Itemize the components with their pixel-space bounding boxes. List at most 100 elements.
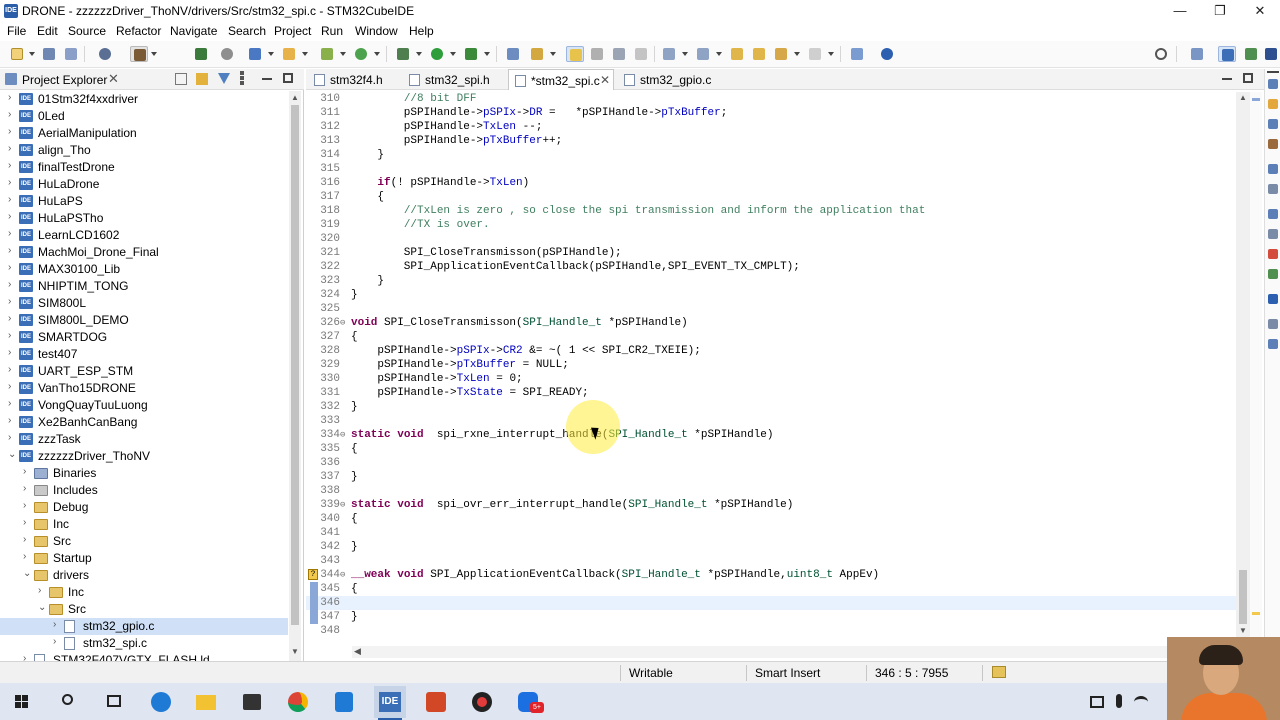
- expand-down-icon[interactable]: ⌄: [38, 602, 48, 613]
- tree-item[interactable]: › IDE 0Led: [0, 108, 288, 125]
- tree-item[interactable]: › IDE SIM800L_DEMO: [0, 312, 288, 329]
- next-annotation-icon[interactable]: [660, 46, 678, 62]
- tasks-icon[interactable]: [1268, 209, 1278, 219]
- close-window-icon[interactable]: ✕: [1240, 0, 1280, 22]
- zalo-icon[interactable]: 5+: [512, 686, 544, 718]
- save-all-icon[interactable]: [62, 46, 80, 62]
- code-line[interactable]: 344 ⊖ __weak void SPI_ApplicationEventCall…: [306, 568, 1238, 582]
- error-log-icon[interactable]: [1268, 249, 1278, 259]
- maximize-view-icon[interactable]: [283, 73, 293, 83]
- progress-icon[interactable]: [1268, 269, 1278, 279]
- code-line[interactable]: 332}: [306, 400, 1238, 414]
- info-icon[interactable]: [878, 46, 896, 62]
- expand-right-icon[interactable]: ›: [8, 364, 18, 375]
- code-line[interactable]: 333: [306, 414, 1238, 428]
- menu-window[interactable]: Window: [355, 24, 398, 38]
- filter-icon[interactable]: [218, 73, 230, 84]
- debug-icon[interactable]: [192, 46, 210, 62]
- close-tab-icon[interactable]: ✕: [600, 73, 610, 87]
- save-icon[interactable]: [40, 46, 58, 62]
- tray-mic-icon[interactable]: [1110, 686, 1130, 718]
- expand-right-icon[interactable]: ›: [8, 245, 18, 256]
- tree-item[interactable]: › IDE LearnLCD1602: [0, 227, 288, 244]
- bookmarks-icon[interactable]: [1268, 319, 1278, 329]
- expand-right-icon[interactable]: ›: [8, 381, 18, 392]
- code-line[interactable]: 321 SPI_CloseTransmisson(pSPIHandle);: [306, 246, 1238, 260]
- expand-right-icon[interactable]: ›: [53, 636, 63, 647]
- menu-run[interactable]: Run: [321, 24, 343, 38]
- code-line[interactable]: 346: [306, 596, 1238, 610]
- code-line[interactable]: 335 {: [306, 442, 1238, 456]
- expand-right-icon[interactable]: ›: [8, 194, 18, 205]
- word-wrap-icon[interactable]: [610, 46, 628, 62]
- vscode-icon[interactable]: [328, 686, 360, 718]
- toggle-block-icon[interactable]: [588, 46, 606, 62]
- menu-source[interactable]: Source: [68, 24, 106, 38]
- tree-item[interactable]: › Binaries: [0, 465, 288, 482]
- overview-ruler[interactable]: [1250, 92, 1262, 644]
- collapse-all-icon[interactable]: [175, 73, 187, 85]
- code-line[interactable]: 342}: [306, 540, 1238, 554]
- info-view-icon[interactable]: [1268, 294, 1278, 304]
- expand-right-icon[interactable]: ›: [8, 92, 18, 103]
- maximize-icon[interactable]: ❐: [1200, 0, 1240, 22]
- tree-item[interactable]: ⌄ drivers: [0, 567, 288, 584]
- code-line[interactable]: 318 //TxLen is zero , so close the spi t…: [306, 204, 1238, 218]
- code-line[interactable]: 339 ⊖ static void spi_ovr_err_interrupt_ha…: [306, 498, 1238, 512]
- editor-horizontal-scrollbar[interactable]: ◀: [352, 646, 1232, 658]
- mark-occurrences-icon[interactable]: [566, 46, 584, 62]
- powerpoint-icon[interactable]: [420, 686, 452, 718]
- menu-search[interactable]: Search: [228, 24, 266, 38]
- tree-item[interactable]: › IDE 01Stm32f4xxdriver: [0, 91, 288, 108]
- explorer-scrollbar[interactable]: ▲ ▼: [289, 91, 301, 661]
- cpp-perspective-icon[interactable]: [1218, 46, 1236, 62]
- open-folder-icon[interactable]: [504, 46, 522, 62]
- expand-right-icon[interactable]: ›: [8, 126, 18, 137]
- tree-item[interactable]: › STM32F407VGTX_FLASH.ld: [0, 652, 288, 661]
- code-line[interactable]: 343: [306, 554, 1238, 568]
- expand-right-icon[interactable]: ›: [23, 483, 33, 494]
- expand-right-icon[interactable]: ›: [8, 143, 18, 154]
- expand-right-icon[interactable]: ›: [8, 177, 18, 188]
- tree-item[interactable]: › Inc: [0, 584, 288, 601]
- code-line[interactable]: 338: [306, 484, 1238, 498]
- minimize-editor-icon[interactable]: [1222, 78, 1232, 80]
- tree-item[interactable]: › IDE AerialManipulation: [0, 125, 288, 142]
- code-line[interactable]: 322 SPI_ApplicationEventCallback(pSPIHan…: [306, 260, 1238, 274]
- expand-right-icon[interactable]: ›: [8, 347, 18, 358]
- run-icon[interactable]: [428, 46, 446, 62]
- gear-icon[interactable]: [96, 46, 114, 62]
- link-editor-icon[interactable]: [196, 73, 208, 85]
- tree-item[interactable]: ⌄ IDE zzzzzzDriver_ThoNV: [0, 448, 288, 465]
- expand-right-icon[interactable]: ›: [23, 551, 33, 562]
- code-line[interactable]: 348: [306, 624, 1238, 638]
- tree-item[interactable]: › IDE finalTestDrone: [0, 159, 288, 176]
- debug-perspective-icon[interactable]: [1242, 46, 1260, 62]
- code-line[interactable]: 317 {: [306, 190, 1238, 204]
- chrome-icon[interactable]: [282, 686, 314, 718]
- code-line[interactable]: 323 }: [306, 274, 1238, 288]
- expand-right-icon[interactable]: ›: [8, 330, 18, 341]
- build-hammer-icon[interactable]: [130, 46, 148, 62]
- new-class-icon[interactable]: [280, 46, 298, 62]
- expand-right-icon[interactable]: ›: [8, 228, 18, 239]
- code-line[interactable]: 327 {: [306, 330, 1238, 344]
- tree-item[interactable]: › IDE SIM800L: [0, 295, 288, 312]
- debug-bug-icon[interactable]: [394, 46, 412, 62]
- perspective-icon[interactable]: [1188, 46, 1206, 62]
- tab-stm32-spi-h[interactable]: stm32_spi.h: [403, 69, 503, 90]
- tree-item[interactable]: › stm32_gpio.c: [0, 618, 288, 635]
- task-view-icon[interactable]: [98, 686, 130, 718]
- tab-stm32-gpio-c[interactable]: stm32_gpio.c: [618, 69, 728, 90]
- code-line[interactable]: 325: [306, 302, 1238, 316]
- expand-right-icon[interactable]: ›: [8, 262, 18, 273]
- problems-icon[interactable]: [1268, 139, 1278, 149]
- code-line[interactable]: 337}: [306, 470, 1238, 484]
- tree-item[interactable]: › IDE HuLaDrone: [0, 176, 288, 193]
- code-line[interactable]: 331 pSPIHandle->TxState = SPI_READY;: [306, 386, 1238, 400]
- menu-edit[interactable]: Edit: [37, 24, 58, 38]
- code-area[interactable]: 310 //8 bit DFF 311 pSPIHandle->pSPIx->DR…: [306, 92, 1238, 644]
- build-targets-icon[interactable]: [1268, 119, 1278, 129]
- status-notification-icon[interactable]: [992, 666, 1006, 678]
- code-line[interactable]: 340 {: [306, 512, 1238, 526]
